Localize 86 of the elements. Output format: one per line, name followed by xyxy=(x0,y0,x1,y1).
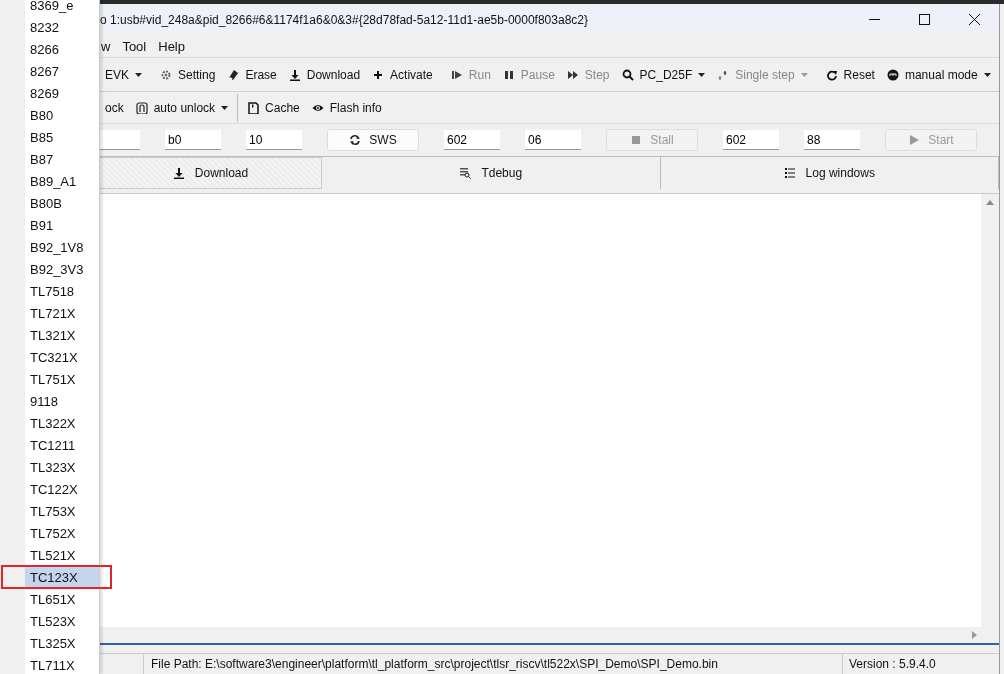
menu-option[interactable]: TC123X xyxy=(25,566,99,588)
plus-icon xyxy=(372,68,385,81)
maximize-icon xyxy=(918,14,930,25)
caret-icon xyxy=(135,72,142,77)
menu-option[interactable]: TC122X xyxy=(25,478,99,500)
dropdown-button[interactable]: manual mode xyxy=(880,61,997,88)
search-icon xyxy=(621,68,634,81)
scroll-up-icon[interactable] xyxy=(986,200,994,205)
list-icon xyxy=(783,167,796,179)
caret-icon xyxy=(983,72,991,77)
dropdown-button[interactable]: PC_D25F xyxy=(615,61,712,88)
menu-item[interactable]: Help xyxy=(156,38,187,54)
menu-option[interactable]: B92_1V8 xyxy=(25,236,99,258)
menu-option[interactable]: B89_A1 xyxy=(25,170,99,192)
pause-icon xyxy=(502,68,515,81)
toolbar-button[interactable]: Setting xyxy=(154,61,222,88)
minimize-icon xyxy=(868,19,880,20)
file-path: File Path: E:\software3\engineer\platform\tl_platform_src\project\tlsr_riscv\tl522x\SPI_Demo\SPI_Demo.bin xyxy=(150,657,719,671)
menu-option[interactable]: 8369_e xyxy=(25,0,99,16)
toolbar-button[interactable]: Download xyxy=(282,61,367,88)
manual-mode-icon xyxy=(886,68,899,81)
input-field[interactable]: 06 xyxy=(525,130,581,150)
action-button[interactable]: SWS xyxy=(327,129,419,151)
menu-option[interactable]: TL322X xyxy=(25,412,99,434)
gear-icon xyxy=(160,68,172,81)
menu-option[interactable]: TL752X xyxy=(25,522,99,544)
menu-option[interactable]: B80 xyxy=(25,104,99,126)
menu-option[interactable]: 9118 xyxy=(25,390,99,412)
version-label: Version : 5.9.4.0 xyxy=(842,654,999,674)
input-field[interactable]: 10 xyxy=(246,130,302,150)
toolbar-button[interactable]: Reset xyxy=(819,61,881,88)
menu-option[interactable]: TL325X xyxy=(25,632,99,654)
dropdown-button[interactable]: EVK xyxy=(99,61,148,88)
input-field[interactable]: 602 xyxy=(723,130,779,150)
eraser-icon xyxy=(227,68,240,81)
reset-icon xyxy=(825,68,838,81)
menu-option[interactable]: TL521X xyxy=(25,544,99,566)
menu-option[interactable]: TL711X xyxy=(25,654,99,674)
play-icon xyxy=(908,134,921,146)
menu-option[interactable]: TL651X xyxy=(25,588,99,610)
menu-option[interactable]: TL321X xyxy=(25,324,99,346)
menu-option[interactable]: TL721X xyxy=(25,302,99,324)
toolbar-button[interactable]: Cache xyxy=(241,94,306,121)
toolbar-button[interactable]: Flash info xyxy=(305,94,388,121)
sd-card-icon xyxy=(247,101,260,114)
download-icon xyxy=(288,68,301,81)
lock-icon xyxy=(135,101,148,114)
caret-icon xyxy=(800,72,808,77)
menu-option[interactable]: B80B xyxy=(25,192,99,214)
toolbar-button[interactable]: Activate xyxy=(366,61,439,88)
input-field[interactable]: b0 xyxy=(165,130,221,150)
refresh-icon xyxy=(349,134,362,146)
menu-option[interactable]: 8232 xyxy=(25,16,99,38)
scroll-right-icon[interactable] xyxy=(972,631,977,639)
menu-item[interactable]: w xyxy=(99,38,113,54)
input-field[interactable]: 602 xyxy=(444,130,500,150)
stop-icon xyxy=(630,134,643,146)
input-field[interactable] xyxy=(99,130,140,150)
menu-option[interactable]: TC1211 xyxy=(25,434,99,456)
tab[interactable]: Download xyxy=(99,157,322,189)
run-icon xyxy=(450,68,463,81)
input-field[interactable]: 88 xyxy=(804,130,860,150)
window-title: o 1:usb#vid_248a&pid_8266#6&1174f1a6&0&3#{28d78fad-5a12-11d1-ae5b-0000f803a8c2} xyxy=(99,12,589,27)
menu-option[interactable]: TL523X xyxy=(25,610,99,632)
menu-option[interactable]: 8267 xyxy=(25,60,99,82)
menu-option[interactable]: TC321X xyxy=(25,346,99,368)
menu-option[interactable]: TL7518 xyxy=(25,280,99,302)
menu-option[interactable]: 8269 xyxy=(25,82,99,104)
menu-option[interactable]: B87 xyxy=(25,148,99,170)
menu-option[interactable]: TL751X xyxy=(25,368,99,390)
toolbar-button[interactable]: Erase xyxy=(221,61,283,88)
menu-item[interactable]: Tool xyxy=(120,38,149,54)
caret-icon xyxy=(221,105,229,110)
download-icon xyxy=(172,167,185,179)
menu-option[interactable]: B91 xyxy=(25,214,99,236)
menu-option[interactable]: TL323X xyxy=(25,456,99,478)
dropdown-button[interactable]: auto unlock xyxy=(129,94,235,121)
binary-search-icon xyxy=(459,167,472,179)
menu-option[interactable]: TL753X xyxy=(25,500,99,522)
caret-icon xyxy=(698,72,706,77)
menu-option[interactable]: 8266 xyxy=(25,38,99,60)
fast-forward-icon xyxy=(566,68,579,81)
menu-option[interactable]: B85 xyxy=(25,126,99,148)
toolbar-button[interactable]: ock xyxy=(99,94,130,121)
close-icon xyxy=(968,14,980,25)
menu-option[interactable]: B92_3V3 xyxy=(25,258,99,280)
